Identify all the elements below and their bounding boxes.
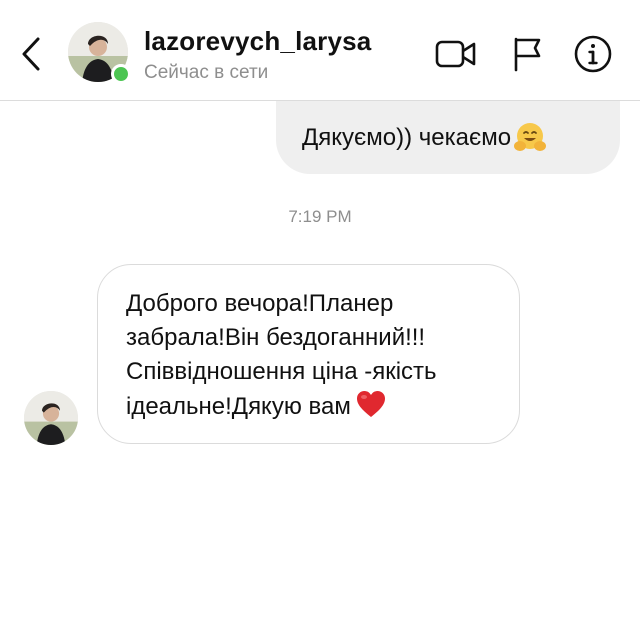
chat-username[interactable]: lazorevych_larysa — [144, 26, 371, 57]
video-camera-icon — [435, 40, 476, 68]
incoming-message-line: Співвідношення ціна -якість — [126, 358, 437, 385]
hugging-face-icon — [514, 122, 547, 151]
incoming-message-bubble[interactable]: Доброго вечора!Планер забрала!Він бездог… — [97, 264, 520, 444]
dm-conversation-screen: lazorevych_larysa Сейчас в сети Дякуємо)… — [0, 0, 640, 640]
outgoing-message-text: Дякуємо)) чекаємо — [302, 123, 512, 151]
report-button[interactable] — [504, 34, 550, 74]
back-button[interactable] — [16, 34, 46, 74]
online-status-text: Сейчас в сети — [144, 62, 269, 83]
video-call-button[interactable] — [433, 34, 479, 74]
info-icon — [574, 35, 612, 73]
incoming-message-line: ідеальне!Дякую вам — [126, 393, 351, 420]
incoming-message-line: Доброго вечора!Планер — [126, 290, 394, 317]
online-status-dot — [111, 64, 131, 84]
sender-avatar[interactable] — [24, 391, 78, 445]
red-heart-icon — [356, 391, 385, 417]
info-button[interactable] — [570, 34, 616, 74]
incoming-message-line: забрала!Він бездоганний!!! — [126, 324, 426, 351]
profile-avatar-button[interactable] — [68, 22, 131, 84]
message-timestamp: 7:19 PM — [288, 207, 352, 226]
sender-avatar-photo — [24, 391, 78, 445]
chevron-left-icon — [22, 37, 40, 71]
outgoing-message-bubble[interactable]: Дякуємо)) чекаємо — [276, 101, 620, 174]
flag-icon — [514, 37, 541, 72]
chat-header: lazorevych_larysa Сейчас в сети — [0, 0, 640, 101]
incoming-message-line-last: ідеальне!Дякую вам — [126, 389, 493, 424]
